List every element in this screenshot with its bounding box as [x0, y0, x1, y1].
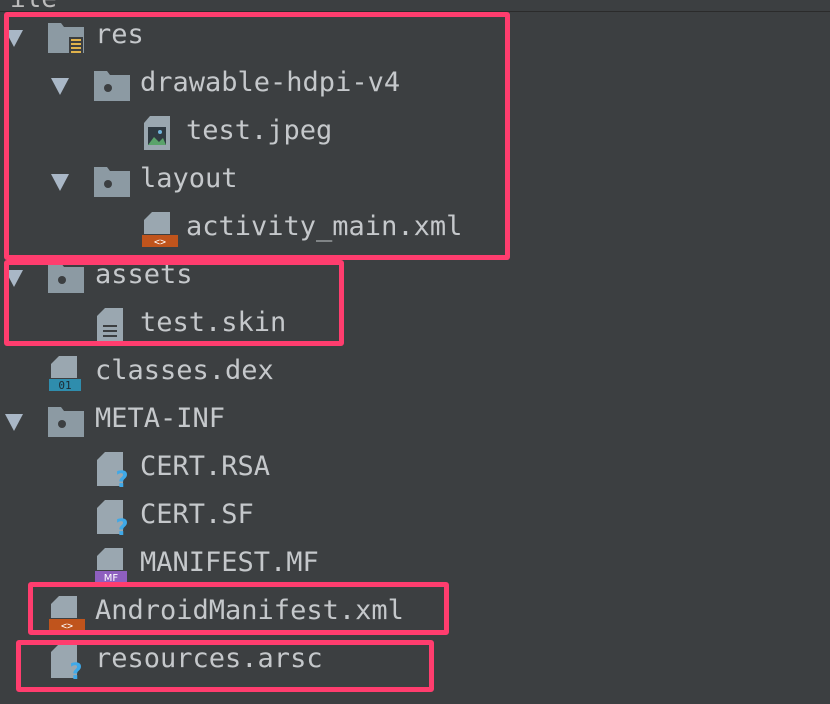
tree-item-label: classes.dex — [95, 355, 274, 386]
highlight-box-androidmanifest — [28, 582, 449, 635]
tree-item-classes-dex[interactable]: 01 classes.dex — [0, 349, 830, 397]
tree-item-label: META-INF — [95, 403, 226, 434]
tree-item-meta-inf[interactable]: META-INF — [0, 397, 830, 445]
svg-text:?: ? — [116, 516, 129, 535]
expand-arrow-icon[interactable] — [5, 414, 23, 431]
folder-icon — [48, 407, 84, 437]
highlight-box-assets — [4, 260, 344, 346]
highlight-box-resources-arsc — [16, 640, 434, 692]
tree-item-cert-rsa[interactable]: ? CERT.RSA — [0, 445, 830, 493]
tree-item-label: MANIFEST.MF — [140, 547, 319, 578]
tree-item-label: CERT.RSA — [140, 451, 271, 482]
panel-title: ile — [10, 0, 57, 11]
dex-file-icon: 01 — [49, 356, 81, 391]
dex-badge: 01 — [58, 379, 71, 391]
tree-item-label: CERT.SF — [140, 499, 254, 530]
manifest-file-icon: MF — [95, 548, 127, 583]
panel-header: ile — [0, 0, 830, 12]
svg-text:?: ? — [116, 468, 129, 487]
unknown-file-icon: ? — [97, 452, 129, 487]
unknown-file-icon: ? — [97, 500, 129, 535]
highlight-box-res — [4, 12, 510, 260]
tree-item-cert-sf[interactable]: ? CERT.SF — [0, 493, 830, 541]
